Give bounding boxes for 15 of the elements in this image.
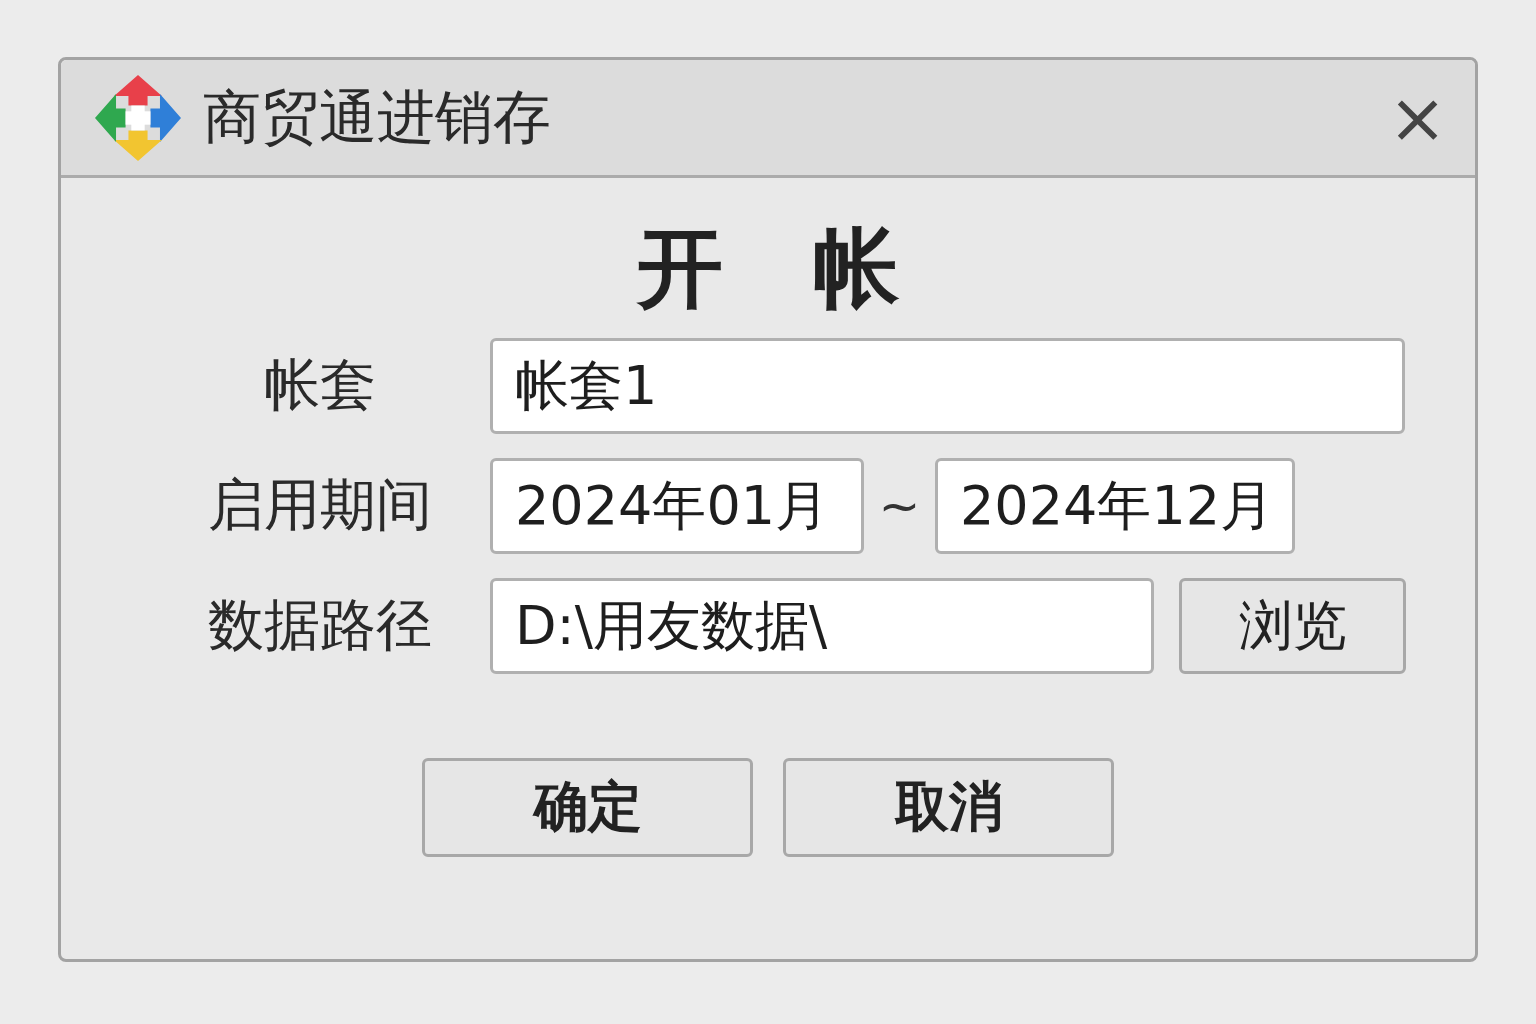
cancel-button[interactable]: 取消	[783, 758, 1114, 857]
ok-button[interactable]: 确定	[422, 758, 753, 857]
input-field[interactable]: 2024年01月	[490, 458, 864, 554]
field-label: 启用期间	[207, 471, 433, 539]
window-title: 商贸通进销存	[203, 81, 552, 153]
input-field[interactable]: D:\用友数据\	[490, 578, 1154, 674]
input-field[interactable]: 2024年12月	[935, 458, 1295, 554]
range-separator: ~	[877, 477, 922, 535]
close-button[interactable]: ×	[1388, 82, 1447, 153]
dialog-heading: 开 帐	[635, 217, 900, 320]
field-label: 帐套	[263, 351, 377, 419]
field-label: 数据路径	[207, 591, 433, 659]
browse-button[interactable]: 浏览	[1179, 578, 1406, 674]
logo-icon	[93, 74, 183, 161]
input-field[interactable]: 帐套1	[490, 338, 1405, 434]
